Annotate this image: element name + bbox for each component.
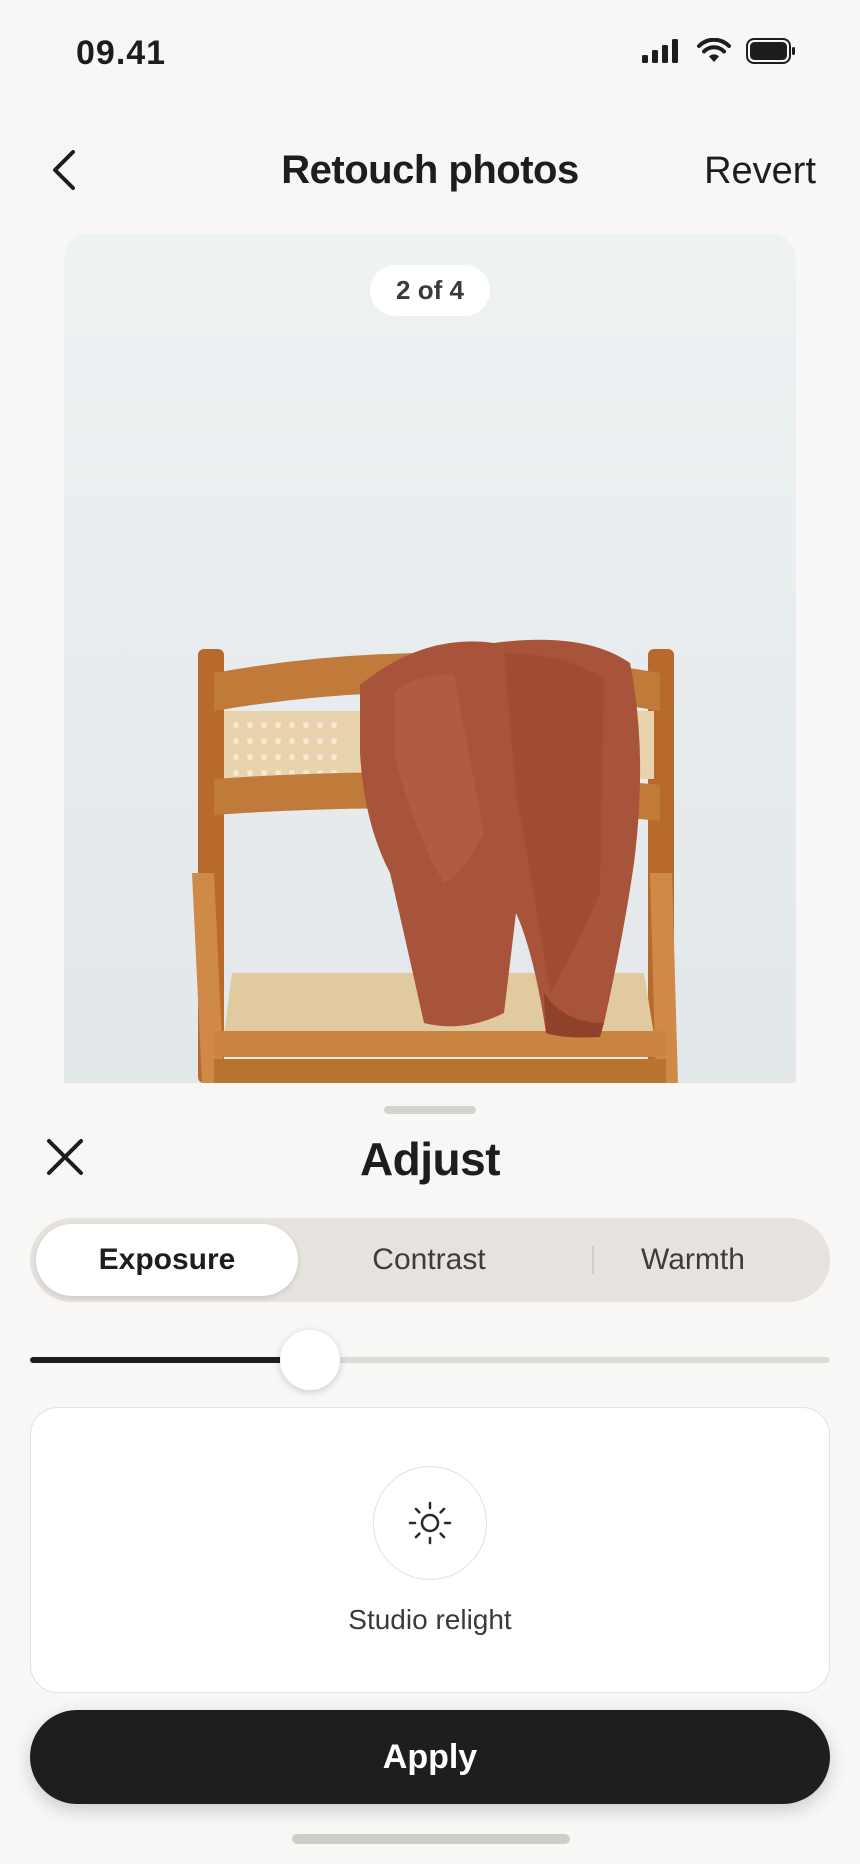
nav-bar: Retouch photos Revert	[0, 130, 860, 210]
photo-counter-badge: 2 of 4	[370, 265, 490, 316]
home-indicator	[292, 1834, 570, 1844]
tab-exposure[interactable]: Exposure	[36, 1224, 298, 1296]
wifi-icon	[697, 38, 731, 62]
cellular-signal-icon	[642, 39, 678, 63]
exposure-slider[interactable]	[30, 1330, 830, 1390]
studio-relight-card[interactable]: Studio relight	[30, 1407, 830, 1693]
relight-label: Studio relight	[348, 1604, 512, 1635]
status-time: 09.41	[76, 34, 167, 72]
adjust-segmented-control: Exposure Contrast Warmth	[30, 1218, 830, 1302]
slider-fill	[30, 1357, 310, 1363]
tab-warmth[interactable]: Warmth	[562, 1224, 824, 1296]
photo-preview[interactable]: 2 of 4	[64, 233, 796, 1083]
battery-icon	[746, 38, 795, 64]
tab-contrast[interactable]: Contrast	[298, 1224, 560, 1296]
status-bar: 09.41	[0, 0, 860, 110]
slider-thumb[interactable]	[280, 1330, 340, 1390]
chair-with-sweater-image	[64, 233, 796, 1083]
relight-icon-circle	[373, 1466, 487, 1580]
apply-button[interactable]: Apply	[30, 1710, 830, 1804]
sheet-drag-handle[interactable]	[384, 1106, 476, 1114]
revert-button[interactable]: Revert	[704, 150, 816, 193]
sun-icon	[408, 1501, 452, 1545]
status-icons	[642, 38, 796, 64]
sheet-title: Adjust	[359, 1133, 501, 1185]
